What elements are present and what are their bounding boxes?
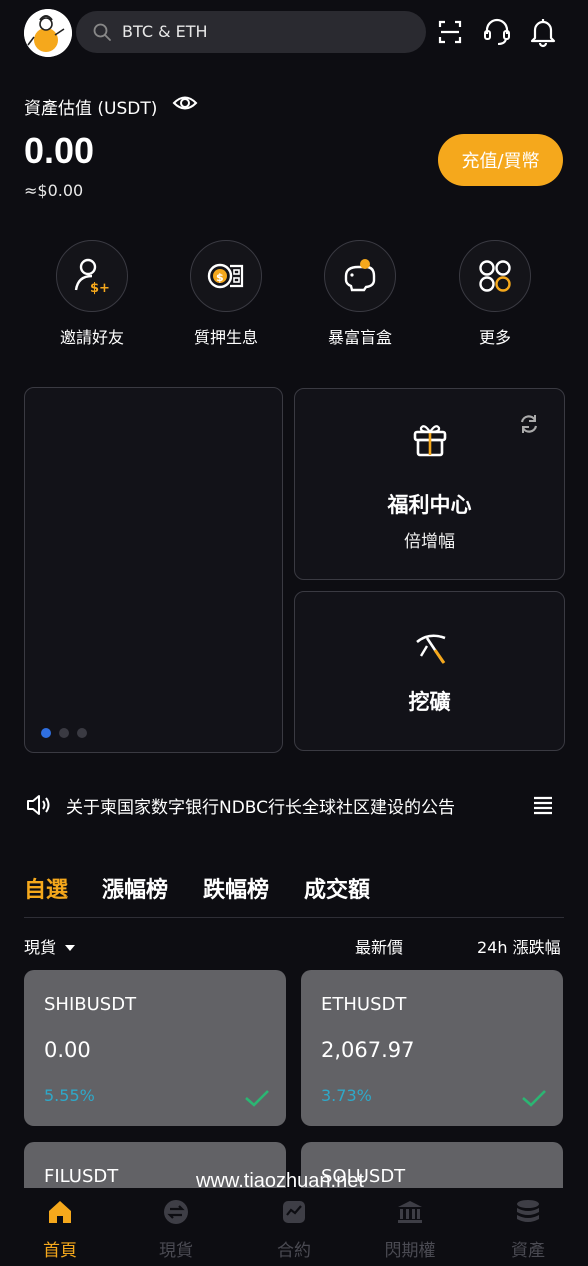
quick-action-label: 更多 (478, 328, 511, 347)
asset-usd-value: ≈$0.00 (24, 181, 84, 200)
change-column-header[interactable]: 24h 漲跌幅 (477, 934, 561, 958)
speaker-icon (27, 795, 50, 815)
top-header: BTC & ETH (0, 0, 588, 64)
carousel-dot[interactable] (77, 728, 87, 738)
bottom-nav: 首頁 現貨 合約 閃期權 資產 (0, 1188, 588, 1266)
tab-losers[interactable]: 跌幅榜 (203, 872, 269, 904)
spot-filter[interactable]: 現貨 (24, 934, 77, 958)
card-change: 3.73% (321, 1086, 372, 1105)
tab-volume[interactable]: 成交額 (304, 872, 370, 904)
nav-label: 現貨 (159, 1241, 193, 1261)
asset-label: 資產估值 (USDT) (24, 99, 158, 119)
piggy-bank-icon (344, 259, 376, 292)
search-icon (93, 23, 111, 41)
deposit-button[interactable]: 充值/買幣 (438, 134, 563, 186)
mining-title: 挖礦 (408, 690, 451, 714)
staking-icon: $ (207, 263, 244, 289)
tab-watchlist[interactable]: 自選 (24, 872, 68, 904)
avatar[interactable] (24, 9, 72, 57)
search-bar[interactable]: BTC & ETH (76, 11, 426, 53)
nav-label: 資產 (511, 1241, 545, 1261)
gift-icon (413, 425, 447, 457)
banner-carousel[interactable] (24, 387, 283, 753)
notice-list-icon[interactable] (532, 794, 554, 816)
invite-friend-icon: $+ (74, 258, 110, 296)
caret-down-icon (65, 945, 76, 951)
nav-label: 閃期權 (384, 1241, 436, 1261)
card-price: 0.00 (44, 1038, 91, 1062)
market-card-shibusdt[interactable]: SHIBUSDT 0.00 5.55% (24, 970, 286, 1126)
notice-text[interactable]: 关于柬国家数字银行NDBC行长全球社区建设的公告 (66, 793, 455, 818)
nav-contract[interactable]: 合約 (244, 1188, 344, 1261)
card-price: 2,067.97 (321, 1038, 415, 1062)
mining-card[interactable]: 挖礦 (294, 591, 565, 751)
nav-label: 首頁 (43, 1241, 77, 1261)
market-tabs: 自選 漲幅榜 跌幅榜 成交額 (24, 872, 564, 918)
contract-chart-icon (283, 1201, 305, 1223)
refresh-icon[interactable] (518, 413, 540, 435)
home-icon (49, 1201, 71, 1223)
quick-action-label: 質押生息 (193, 328, 258, 347)
bank-icon (398, 1201, 422, 1223)
card-symbol: ETHUSDT (321, 994, 407, 1015)
nav-home[interactable]: 首頁 (10, 1188, 110, 1261)
welfare-subtitle: 倍增幅 (404, 532, 455, 552)
card-symbol: FILUSDT (44, 1166, 119, 1187)
price-column-header[interactable]: 最新價 (355, 934, 403, 958)
watermark-text: www.tiaozhuan.net (196, 1170, 364, 1192)
quick-action-staking[interactable]: $ 質押生息 (171, 240, 281, 348)
search-text: BTC & ETH (122, 22, 208, 41)
more-grid-icon (479, 260, 511, 292)
nav-options[interactable]: 閃期權 (360, 1188, 460, 1261)
nav-assets[interactable]: 資產 (478, 1188, 578, 1261)
nav-spot[interactable]: 現貨 (126, 1188, 226, 1261)
nav-label: 合約 (277, 1241, 311, 1261)
pickaxe-icon (416, 634, 446, 664)
spot-filter-label: 現貨 (24, 938, 57, 957)
tab-gainers[interactable]: 漲幅榜 (102, 872, 168, 904)
eye-icon[interactable] (172, 92, 198, 114)
quick-action-more[interactable]: 更多 (440, 240, 550, 348)
svg-text:$+: $+ (90, 281, 110, 296)
welfare-title: 福利中心 (387, 493, 472, 517)
check-icon[interactable] (244, 1088, 270, 1108)
quick-action-invite[interactable]: $+ 邀請好友 (37, 240, 147, 348)
carousel-dot-active[interactable] (41, 728, 51, 738)
quick-action-label: 邀請好友 (59, 328, 124, 347)
asset-value: 0.00 (24, 130, 95, 171)
customer-service-icon[interactable] (481, 16, 513, 48)
card-symbol: SHIBUSDT (44, 994, 137, 1015)
bell-icon[interactable] (527, 16, 559, 48)
scan-icon[interactable] (434, 16, 466, 48)
carousel-dot[interactable] (59, 728, 69, 738)
check-icon[interactable] (521, 1088, 547, 1108)
welfare-center-card[interactable]: 福利中心 倍增幅 (294, 388, 565, 580)
market-card-ethusdt[interactable]: ETHUSDT 2,067.97 3.73% (301, 970, 563, 1126)
quick-action-blindbox[interactable]: 暴富盲盒 (305, 240, 415, 348)
coins-stack-icon (517, 1200, 539, 1222)
spot-exchange-icon (164, 1200, 188, 1224)
svg-text:$: $ (216, 271, 224, 284)
quick-action-label: 暴富盲盒 (327, 328, 392, 347)
card-change: 5.55% (44, 1086, 95, 1105)
